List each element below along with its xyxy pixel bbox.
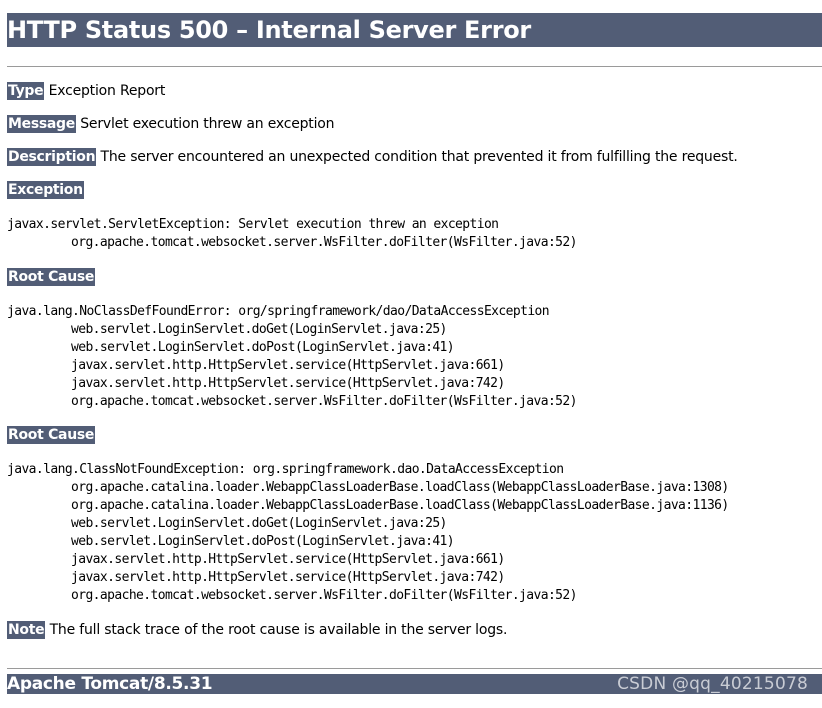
message-value: Servlet execution threw an exception — [75, 116, 335, 132]
trace-line: java.lang.NoClassDefFoundError: org/spri… — [7, 304, 550, 319]
trace-line: javax.servlet.http.HttpServlet.service(H… — [71, 570, 505, 585]
description-row: Description The server encountered an un… — [7, 148, 738, 166]
footer-bar: Apache Tomcat/8.5.31 CSDN @qq_40215078 — [7, 674, 822, 694]
type-value: Exception Report — [44, 83, 166, 99]
exception-heading: Exception — [7, 181, 84, 199]
trace-line: java.lang.ClassNotFoundException: org.sp… — [7, 462, 564, 477]
error-page: HTTP Status 500 – Internal Server Error … — [7, 13, 822, 694]
trace-line: org.apache.tomcat.websocket.server.WsFil… — [71, 235, 577, 250]
trace-line: org.apache.tomcat.websocket.server.WsFil… — [71, 588, 577, 603]
root-cause-trace-1: java.lang.NoClassDefFoundError: org/spri… — [7, 303, 577, 411]
type-label: Type — [7, 82, 45, 100]
trace-line: web.servlet.LoginServlet.doPost(LoginSer… — [71, 534, 455, 549]
title-bar: HTTP Status 500 – Internal Server Error — [7, 13, 822, 47]
page-title: HTTP Status 500 – Internal Server Error — [7, 16, 531, 44]
root-cause-label-2: Root Cause — [7, 426, 96, 444]
exception-label: Exception — [7, 181, 84, 199]
exception-trace: javax.servlet.ServletException: Servlet … — [7, 216, 577, 252]
type-row: Type Exception Report — [7, 82, 165, 100]
top-divider — [7, 66, 822, 67]
description-value: The server encountered an unexpected con… — [96, 149, 738, 165]
note-row: Note The full stack trace of the root ca… — [7, 621, 507, 639]
trace-line: org.apache.catalina.loader.WebappClassLo… — [71, 498, 729, 513]
trace-line: org.apache.catalina.loader.WebappClassLo… — [71, 480, 729, 495]
note-value: The full stack trace of the root cause i… — [45, 622, 508, 638]
description-label: Description — [7, 148, 97, 166]
trace-line: web.servlet.LoginServlet.doGet(LoginServ… — [71, 322, 447, 337]
root-cause-label-1: Root Cause — [7, 268, 96, 286]
watermark-text: CSDN @qq_40215078 — [617, 674, 808, 694]
message-row: Message Servlet execution threw an excep… — [7, 115, 335, 133]
trace-line: web.servlet.LoginServlet.doGet(LoginServ… — [71, 516, 447, 531]
trace-line: javax.servlet.http.HttpServlet.service(H… — [71, 358, 505, 373]
root-cause-heading-1: Root Cause — [7, 268, 96, 286]
trace-line: org.apache.tomcat.websocket.server.WsFil… — [71, 394, 577, 409]
note-label: Note — [7, 621, 46, 639]
trace-line: web.servlet.LoginServlet.doPost(LoginSer… — [71, 340, 455, 355]
message-label: Message — [7, 115, 76, 133]
server-version: Apache Tomcat/8.5.31 — [7, 674, 213, 694]
trace-line: javax.servlet.http.HttpServlet.service(H… — [71, 552, 505, 567]
root-cause-trace-2: java.lang.ClassNotFoundException: org.sp… — [7, 461, 729, 605]
trace-line: javax.servlet.ServletException: Servlet … — [7, 217, 499, 232]
trace-line: javax.servlet.http.HttpServlet.service(H… — [71, 376, 505, 391]
bottom-divider — [7, 668, 822, 669]
root-cause-heading-2: Root Cause — [7, 426, 96, 444]
